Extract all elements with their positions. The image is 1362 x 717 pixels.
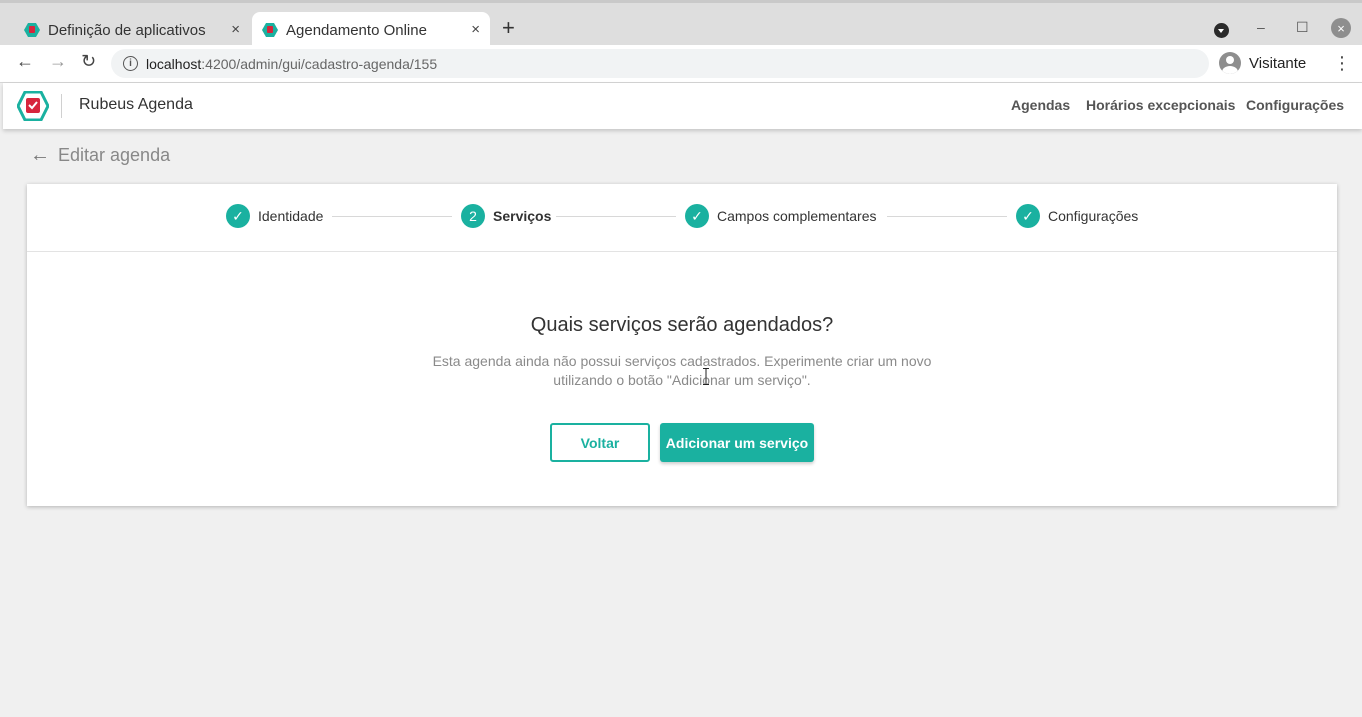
step-connector <box>556 216 676 217</box>
add-service-button[interactable]: Adicionar um serviço <box>660 423 814 462</box>
check-icon: ✓ <box>226 204 250 228</box>
section-heading: Quais serviços serão agendados? <box>530 314 834 336</box>
stepper: ✓ Identidade 2 Serviços ✓ Campos complem… <box>27 184 1337 252</box>
new-tab-icon[interactable]: + <box>502 17 515 39</box>
step-configuracoes[interactable]: ✓ Configurações <box>1016 204 1138 228</box>
profile-button[interactable]: Visitante <box>1219 52 1306 74</box>
browser-toolbar: ← → ↻ i localhost:4200/admin/gui/cadastr… <box>0 45 1362 83</box>
app-title[interactable]: Rubeus Agenda <box>79 96 193 114</box>
url-host: localhost <box>146 55 202 72</box>
back-link[interactable]: ← Editar agenda <box>30 144 170 167</box>
app-header: Rubeus Agenda Agendas Horários excepcion… <box>3 83 1362 129</box>
step-label: Campos complementares <box>717 208 877 224</box>
tab-close-icon[interactable]: × <box>231 21 240 38</box>
browser-menu-icon[interactable]: ⋮ <box>1333 53 1351 74</box>
tab-title: Definição de aplicativos <box>48 21 206 39</box>
window-close-icon[interactable]: × <box>1331 18 1351 38</box>
back-arrow-icon: ← <box>30 144 50 166</box>
browser-tab-definicao[interactable]: Definição de aplicativos × <box>12 12 250 48</box>
step-label: Configurações <box>1048 208 1139 224</box>
header-divider <box>61 94 62 118</box>
reload-icon[interactable]: ↻ <box>81 51 96 72</box>
minimize-icon[interactable]: – <box>1257 19 1265 35</box>
tab-search-icon[interactable] <box>1214 23 1229 38</box>
tab-close-icon[interactable]: × <box>471 21 480 38</box>
step-label: Identidade <box>258 208 324 224</box>
step-connector <box>332 216 452 217</box>
nav-configuracoes[interactable]: Configurações <box>1246 97 1344 113</box>
forward-arrow-icon[interactable]: → <box>49 51 67 72</box>
address-bar[interactable]: i localhost:4200/admin/gui/cadastro-agen… <box>111 49 1209 78</box>
back-arrow-icon[interactable]: ← <box>16 51 34 72</box>
avatar-icon <box>1219 52 1241 74</box>
app-favicon-icon <box>262 23 278 37</box>
maximize-icon[interactable]: ☐ <box>1296 19 1309 36</box>
nav-agendas[interactable]: Agendas <box>1011 97 1070 113</box>
step-servicos[interactable]: 2 Serviços <box>461 204 551 228</box>
step-connector <box>887 216 1007 217</box>
step-campos-complementares[interactable]: ✓ Campos complementares <box>685 204 877 228</box>
step-number: 2 <box>461 204 485 228</box>
empty-state-description: Esta agenda ainda não possui serviços ca… <box>432 353 932 388</box>
text-cursor-icon <box>703 368 709 385</box>
profile-name: Visitante <box>1249 54 1307 72</box>
check-icon: ✓ <box>685 204 709 228</box>
url-path: :4200/admin/gui/cadastro-agenda/155 <box>201 55 438 72</box>
back-button[interactable]: Voltar <box>550 423 650 462</box>
step-label: Serviços <box>493 208 552 224</box>
browser-tab-strip: Definição de aplicativos × Agendamento O… <box>0 0 1362 48</box>
nav-horarios-excepcionais[interactable]: Horários excepcionais <box>1086 97 1235 113</box>
check-icon: ✓ <box>1016 204 1040 228</box>
app-favicon-icon <box>24 23 40 37</box>
rubeus-logo-icon[interactable] <box>17 91 49 121</box>
page-title: Editar agenda <box>58 145 171 165</box>
browser-tab-agendamento[interactable]: Agendamento Online × <box>252 12 490 48</box>
services-card: ✓ Identidade 2 Serviços ✓ Campos complem… <box>27 184 1337 506</box>
tab-title: Agendamento Online <box>286 21 427 39</box>
info-icon[interactable]: i <box>123 56 138 71</box>
step-identidade[interactable]: ✓ Identidade <box>226 204 323 228</box>
